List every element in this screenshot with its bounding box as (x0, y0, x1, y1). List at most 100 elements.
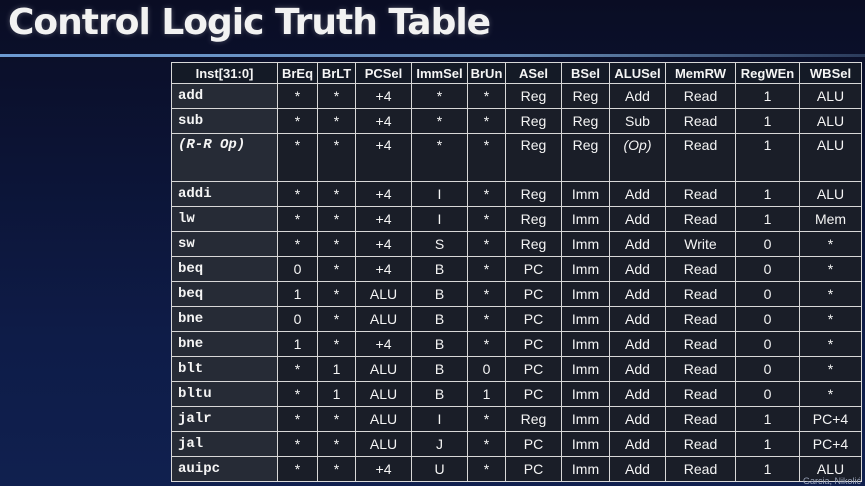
table-cell: Imm (561, 331, 610, 357)
table-cell: Add (609, 181, 666, 207)
title-underline (0, 54, 865, 57)
table-cell: * (799, 281, 862, 307)
table-cell: * (467, 306, 506, 332)
table-cell: Add (609, 331, 666, 357)
table-cell: * (317, 306, 356, 332)
table-row: jalr * * ALU I * Reg Imm Add Read 1 PC+4 (171, 406, 862, 432)
table-cell: Imm (561, 456, 610, 482)
table-cell: +4 (355, 206, 412, 232)
table-cell: ALU (799, 83, 862, 109)
table-cell: I (411, 206, 468, 232)
table-cell: * (317, 181, 356, 207)
instruction-cell: jalr (171, 406, 278, 432)
table-cell: 1 (735, 181, 800, 207)
table-cell: Reg (505, 406, 562, 432)
table-cell: 0 (277, 256, 318, 282)
table-cell: ALU (355, 356, 412, 382)
table-cell: U (411, 456, 468, 482)
table-cell: +4 (355, 181, 412, 207)
table-row: addi * * +4 I * Reg Imm Add Read 1 ALU (171, 181, 862, 207)
table-cell: 1 (735, 108, 800, 134)
table-row: bne 0 * ALU B * PC Imm Add Read 0 * (171, 306, 862, 332)
table-cell: Reg (505, 83, 562, 109)
table-cell: Read (665, 431, 736, 457)
table-row: sw * * +4 S * Reg Imm Add Write 0 * (171, 231, 862, 257)
table-cell: 0 (735, 306, 800, 332)
table-cell: Read (665, 256, 736, 282)
table-cell: 1 (277, 331, 318, 357)
table-cell: Imm (561, 406, 610, 432)
table-cell: Add (609, 456, 666, 482)
table-row: (R-R Op) * * +4 * * Reg Reg (Op) Read 1 ALU (171, 133, 862, 182)
table-cell: Imm (561, 381, 610, 407)
table-cell: ALU (355, 431, 412, 457)
table-cell: Reg (505, 206, 562, 232)
table-cell: * (411, 133, 468, 182)
table-cell: PC (505, 381, 562, 407)
table-row: blt * 1 ALU B 0 PC Imm Add Read 0 * (171, 356, 862, 382)
table-cell: I (411, 406, 468, 432)
table-cell: * (467, 133, 506, 182)
table-cell: J (411, 431, 468, 457)
instruction-cell: sw (171, 231, 278, 257)
table-cell: Reg (561, 108, 610, 134)
table-cell: * (467, 256, 506, 282)
col-header-brun: BrUn (467, 62, 506, 84)
table-cell: * (411, 83, 468, 109)
table-cell: Imm (561, 431, 610, 457)
table-cell: * (277, 381, 318, 407)
col-header-regwen: RegWEn (735, 62, 800, 84)
instruction-cell: beq (171, 281, 278, 307)
table-cell: Read (665, 83, 736, 109)
table-cell: 0 (735, 331, 800, 357)
table-cell: * (277, 406, 318, 432)
slide-title: Control Logic Truth Table (8, 2, 491, 43)
instruction-cell: add (171, 83, 278, 109)
col-header-immsel: ImmSel (411, 62, 468, 84)
table-cell: Read (665, 181, 736, 207)
col-header-brlt: BrLT (317, 62, 356, 84)
table-cell: Imm (561, 231, 610, 257)
table-cell: ALU (355, 281, 412, 307)
col-header-asel: ASel (505, 62, 562, 84)
col-header-bsel: BSel (561, 62, 610, 84)
col-header-alusel: ALUSel (609, 62, 666, 84)
table-cell: * (317, 83, 356, 109)
table-cell: B (411, 256, 468, 282)
table-cell: * (277, 181, 318, 207)
instruction-cell: bne (171, 306, 278, 332)
table-cell: 1 (735, 456, 800, 482)
table-cell: Read (665, 108, 736, 134)
table-cell: ALU (799, 108, 862, 134)
table-cell: PC (505, 331, 562, 357)
table-row: auipc * * +4 U * PC Imm Add Read 1 ALU (171, 456, 862, 482)
credit: Garcia, Nikolić (802, 476, 861, 486)
table-cell: * (317, 206, 356, 232)
table-cell: ALU (355, 406, 412, 432)
table-cell: PC (505, 431, 562, 457)
table-cell: +4 (355, 108, 412, 134)
table-cell: B (411, 381, 468, 407)
table-cell: 1 (317, 356, 356, 382)
table-cell: ALU (799, 133, 862, 182)
table-cell: 1 (277, 281, 318, 307)
instruction-cell: blt (171, 356, 278, 382)
table-cell: +4 (355, 256, 412, 282)
table-row: bltu * 1 ALU B 1 PC Imm Add Read 0 * (171, 381, 862, 407)
table-cell: Read (665, 406, 736, 432)
table-cell: * (277, 356, 318, 382)
table-cell: 0 (735, 281, 800, 307)
table-cell: Read (665, 281, 736, 307)
table-cell: Read (665, 133, 736, 182)
table-cell: Reg (505, 108, 562, 134)
table-cell: Add (609, 281, 666, 307)
table-cell: Reg (505, 181, 562, 207)
table-cell: * (799, 331, 862, 357)
table-cell: 0 (735, 256, 800, 282)
table-cell: ALU (355, 381, 412, 407)
table-cell: PC (505, 256, 562, 282)
table-cell: * (799, 356, 862, 382)
table-cell: * (467, 431, 506, 457)
table-cell: * (467, 406, 506, 432)
table-cell: B (411, 281, 468, 307)
